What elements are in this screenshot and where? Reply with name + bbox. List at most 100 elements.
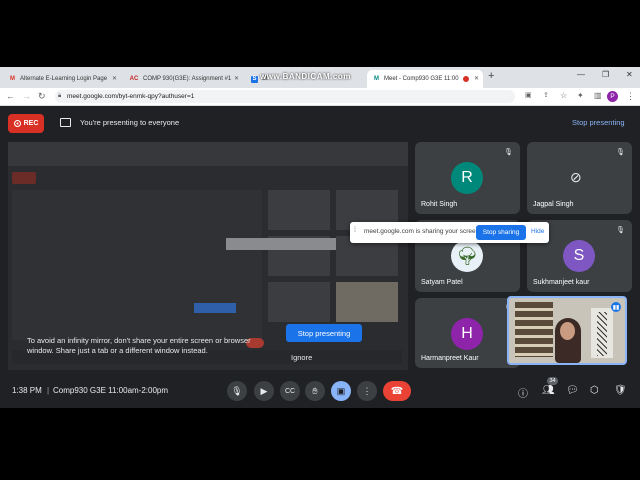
participant-name: Harmanpreet Kaur <box>421 355 479 362</box>
drag-handle-icon[interactable]: ⁞ <box>354 227 356 234</box>
meeting-title: Comp930 G3E 11:00am-2:00pm <box>53 386 169 395</box>
host-controls-icon[interactable]: 🛡︎ <box>614 385 627 396</box>
back-icon[interactable]: ← <box>6 91 15 101</box>
reload-icon[interactable]: ↻ <box>38 91 46 102</box>
browser-tab-meet[interactable]: M Meet - Comp930 G3E 11:00 ✕ <box>367 70 483 88</box>
letterbox-bottom <box>0 408 640 480</box>
people-icon[interactable]: 👥︎ <box>542 385 555 396</box>
infinity-mirror-warning: To avoid an infinity mirror, don't share… <box>27 336 251 355</box>
camera-off-icon: ⊘ <box>570 169 582 185</box>
phone-hangup-icon: ☎︎ <box>390 385 404 397</box>
tab-label: COMP 930(G3E): Assignment #1 <box>143 76 232 82</box>
participant-name: Rohit Singh <box>421 201 458 208</box>
lock-icon: 🔒︎ <box>58 93 62 99</box>
raise-hand-button[interactable]: ✋︎ <box>305 381 325 401</box>
mirror-screen <box>12 190 262 340</box>
tower-drawing <box>597 312 607 356</box>
minimize-icon[interactable]: — <box>577 70 585 79</box>
participant-name: Satyam Patel <box>421 279 463 286</box>
profile-avatar[interactable]: P <box>607 91 618 102</box>
participant-count-badge: 34 <box>547 377 558 385</box>
more-options-button[interactable]: ⋮ <box>357 381 377 401</box>
video-camera-icon: ▶ <box>260 385 268 396</box>
presenting-message: You're presenting to everyone <box>80 118 180 127</box>
activities-icon[interactable]: ⬡ <box>590 385 599 396</box>
captions-button[interactable]: CC <box>280 381 300 401</box>
captions-icon: CC <box>284 387 296 395</box>
stop-sharing-button[interactable]: Stop sharing <box>476 225 526 240</box>
browser-tab-elearning[interactable]: M Alternate E-Learning Login Page ✕ <box>3 70 121 88</box>
tab-label: Alternate E-Learning Login Page <box>20 76 108 82</box>
bandicam-watermark: www.BANDICAM.com <box>260 72 351 81</box>
close-window-icon[interactable]: ✕ <box>626 70 633 79</box>
extensions-icon[interactable]: ✦ <box>577 91 584 100</box>
mirror-self-view <box>336 282 398 322</box>
participant-name: Sukhmanjeet kaur <box>533 279 590 286</box>
mic-off-icon: 🎙︎ <box>504 149 513 156</box>
avatar: S <box>563 240 595 272</box>
rec-indicator: REC <box>8 114 44 133</box>
menu-kebab-icon[interactable]: ⋮ <box>626 91 635 102</box>
meet-icon: M <box>374 75 379 82</box>
participant-tile-jagpal[interactable]: 🎙︎ ⊘ Jagpal Singh <box>527 142 632 214</box>
mirror-stop-button <box>194 303 236 313</box>
new-tab-button[interactable]: + <box>488 70 494 82</box>
clock: 1:38 PM <box>12 386 42 395</box>
mic-off-icon: 🎙︎ <box>616 227 625 234</box>
microphone-button[interactable]: 🎙︎ <box>227 381 247 401</box>
side-panel-icon[interactable]: ▥ <box>594 91 602 100</box>
forward-icon[interactable]: → <box>22 91 31 101</box>
bookshelf-shelves <box>515 302 553 357</box>
divider: | <box>47 386 50 395</box>
close-tab-icon[interactable]: ✕ <box>112 75 117 82</box>
url-field[interactable]: 🔒︎ meet.google.com/byt-enmk-qpy?authuser… <box>55 90 515 103</box>
hide-button[interactable]: Hide <box>531 228 544 235</box>
person-face <box>560 322 575 340</box>
camera-button[interactable]: ▶ <box>254 381 274 401</box>
bookmark-icon[interactable]: ☆ <box>560 91 567 100</box>
mirror-tile <box>268 190 330 230</box>
sharing-message: meet.google.com is sharing your screen. <box>364 228 482 235</box>
audio-level-icon: ▮▮ <box>611 302 621 312</box>
hand-icon: ✋︎ <box>312 385 318 396</box>
screen-share-notification: ⁞ meet.google.com is sharing your screen… <box>350 222 549 243</box>
participant-name: Jagpal Singh <box>533 201 574 208</box>
participant-tile-rohit[interactable]: 🎙︎ R Rohit Singh <box>415 142 520 214</box>
ignore-button[interactable]: Ignore <box>291 353 312 362</box>
self-view-video[interactable]: ▮▮ <box>507 296 627 365</box>
rec-label: REC <box>23 120 39 127</box>
camera-permission-icon[interactable]: ▣ <box>525 91 532 99</box>
meeting-details-icon[interactable]: ⓘ <box>518 385 528 400</box>
stop-presenting-link[interactable]: Stop presenting <box>572 118 625 127</box>
mirror-tile <box>268 282 330 322</box>
mic-off-icon: 🎙︎ <box>616 149 625 156</box>
present-icon: ▣ <box>336 385 346 396</box>
mirror-share-note <box>226 238 336 250</box>
doc-icon: S <box>251 75 258 83</box>
avatar: H <box>451 318 483 350</box>
recording-dot-icon <box>463 76 469 82</box>
browser-tab-assignment[interactable]: AC COMP 930(G3E): Assignment #1 ✕ <box>123 70 243 88</box>
maximize-icon[interactable]: ❐ <box>602 70 609 79</box>
microphone-icon: 🎙︎ <box>231 385 243 396</box>
more-vert-icon: ⋮ <box>362 385 372 396</box>
mirror-browser-chrome <box>8 142 408 166</box>
present-screen-icon <box>60 118 71 127</box>
close-tab-icon[interactable]: ✕ <box>474 75 479 82</box>
url-text: meet.google.com/byt-enmk-qpy?authuser=1 <box>67 93 195 100</box>
avatar: R <box>451 162 483 194</box>
leave-call-button[interactable]: ☎︎ <box>383 381 411 401</box>
letterbox-top <box>0 0 640 67</box>
avatar: 🌳︎ <box>451 240 483 272</box>
gmail-icon: M <box>10 75 15 82</box>
address-bar: ← → ↻ 🔒︎ meet.google.com/byt-enmk-qpy?au… <box>0 88 640 106</box>
ac-icon: AC <box>129 75 139 82</box>
close-tab-icon[interactable]: ✕ <box>234 75 239 82</box>
present-now-button[interactable]: ▣ <box>331 381 351 401</box>
chat-icon[interactable]: 💬︎ <box>566 385 579 396</box>
stop-presenting-button[interactable]: Stop presenting <box>286 324 362 342</box>
tree-photo-icon: 🌳︎ <box>455 245 479 266</box>
share-icon[interactable]: ⇪ <box>543 91 549 99</box>
tab-label: Meet - Comp930 G3E 11:00 <box>384 76 459 82</box>
participant-tile-harmanpreet[interactable]: 🎙︎ H Harmanpreet Kaur <box>415 298 520 368</box>
